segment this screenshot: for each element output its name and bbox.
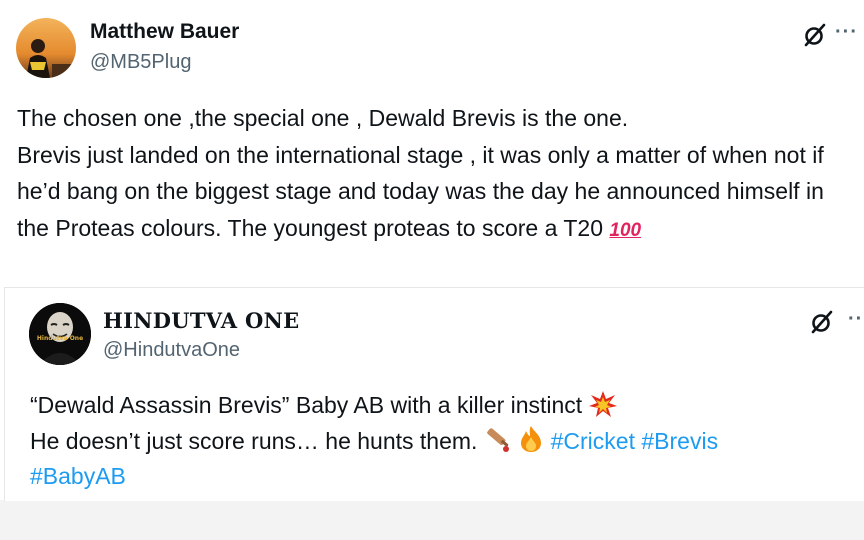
quoted-post[interactable]: Hindutva One HINDUTVA ONE @HindutvaOne ·… [4,287,864,501]
cricket-bat-emoji [487,427,509,452]
hashtag-cricket[interactable]: #Cricket [551,428,635,454]
avatar-image [16,18,76,78]
post-text: The chosen one ,the special one , Dewald… [17,100,847,249]
quote-text-line1: “Dewald Assassin Brevis” Baby AB with a … [30,392,583,418]
quote-avatar-image: Hindutva One [29,303,91,365]
hashtag-brevis[interactable]: #Brevis [641,428,718,454]
more-icon[interactable]: ··· [835,21,858,44]
quote-text-line2: He doesn’t just score runs… he hunts the… [30,427,478,454]
quote-avatar-text: Hindutva One [37,335,83,342]
quote-text: “Dewald Assassin Brevis” Baby AB with a … [30,388,830,495]
quote-author-name[interactable]: HINDUTVA ONE [103,308,299,333]
grok-icon[interactable] [802,22,828,48]
author-handle[interactable]: @MB5Plug [90,51,191,74]
hashtag-babyab[interactable]: #BabyAB [30,463,126,489]
post-text-body: Brevis just landed on the international … [17,137,847,250]
quote-text-line1-wrap: “Dewald Assassin Brevis” Baby AB with a … [30,388,830,424]
quote-avatar[interactable]: Hindutva One [29,303,91,365]
collision-emoji [588,391,617,417]
post-text-line1: The chosen one ,the special one , Dewald… [17,105,629,131]
quote-author-handle[interactable]: @HindutvaOne [103,339,240,362]
hundred-points-emoji: 100 [609,219,642,241]
quote-text-line3-wrap: #BabyAB [30,459,830,495]
quote-more-icon[interactable]: ·· [848,308,863,331]
post-text-line2: Brevis just landed on the international … [17,141,824,241]
post-card[interactable]: Matthew Bauer @MB5Plug ··· The chosen on… [0,0,864,501]
avatar[interactable] [16,18,76,78]
quote-grok-icon[interactable] [809,309,835,335]
quote-text-line2-wrap: He doesn’t just score runs… he hunts the… [30,424,830,460]
fire-emoji [521,425,542,452]
author-name[interactable]: Matthew Bauer [90,20,239,44]
